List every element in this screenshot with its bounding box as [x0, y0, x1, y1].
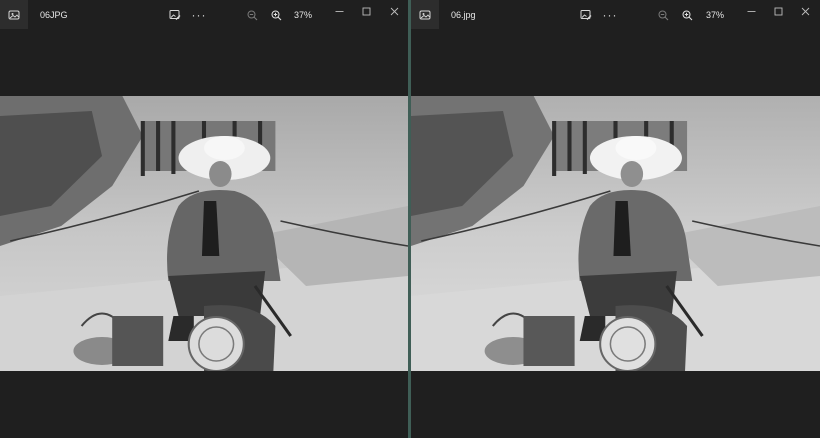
- zoom-out-icon[interactable]: [244, 7, 260, 23]
- title-bar: 06JPG ··· 37%: [0, 0, 408, 30]
- zoom-in-icon[interactable]: [679, 7, 695, 23]
- photo-image: [411, 96, 820, 371]
- photo-viewer-window-right: 06.jpg ··· 37%: [411, 0, 820, 438]
- more-icon[interactable]: ···: [191, 7, 207, 23]
- zoom-in-icon[interactable]: [268, 7, 284, 23]
- minimize-button[interactable]: [329, 4, 349, 18]
- window-title: 06JPG: [40, 10, 68, 20]
- photo-viewer-window-left: 06JPG ··· 37%: [0, 0, 408, 438]
- photos-app-icon[interactable]: [0, 0, 28, 29]
- maximize-button[interactable]: [356, 4, 376, 18]
- maximize-button[interactable]: [768, 4, 788, 18]
- title-bar: 06.jpg ··· 37%: [411, 0, 820, 30]
- photos-app-icon[interactable]: [411, 0, 439, 29]
- photo-image: [0, 96, 408, 371]
- edit-image-icon[interactable]: [167, 7, 183, 23]
- close-button[interactable]: [384, 4, 404, 18]
- minimize-button[interactable]: [741, 4, 761, 18]
- close-button[interactable]: [795, 4, 815, 18]
- zoom-out-icon[interactable]: [655, 7, 671, 23]
- zoom-level: 37%: [294, 10, 313, 20]
- more-icon[interactable]: ···: [602, 7, 618, 23]
- zoom-level: 37%: [706, 10, 725, 20]
- window-title: 06.jpg: [451, 10, 476, 20]
- edit-image-icon[interactable]: [578, 7, 594, 23]
